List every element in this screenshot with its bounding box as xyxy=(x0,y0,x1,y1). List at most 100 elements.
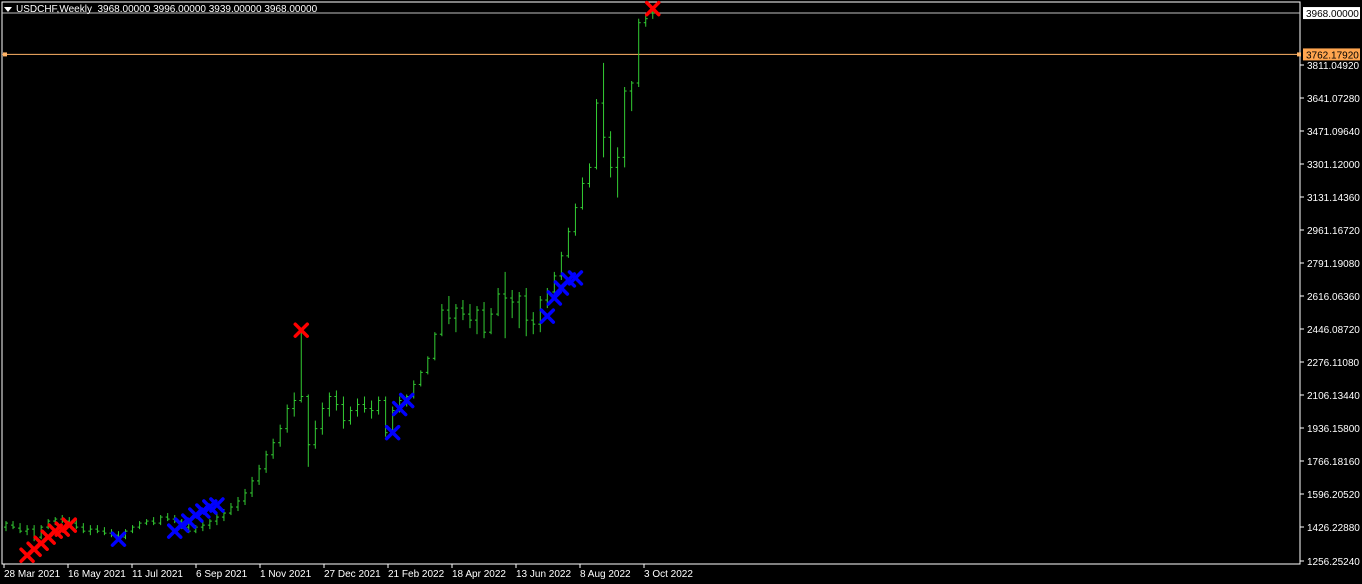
level-handle-right[interactable] xyxy=(1297,52,1301,57)
x-tick-label: 28 Mar 2021 xyxy=(4,569,61,580)
ohlc-bar xyxy=(355,398,360,417)
ohlc-bar xyxy=(158,515,163,526)
ohlc-bar xyxy=(453,304,458,333)
ohlc-readout: 3968.00000 3996.00000 3939.00000 3968.00… xyxy=(97,4,318,15)
ohlc-bar xyxy=(250,476,255,497)
x-tick-label: 27 Dec 2021 xyxy=(324,569,381,580)
ohlc-bar xyxy=(418,370,423,387)
ohlc-bar xyxy=(243,488,248,506)
y-tick-label: 1766.18160 xyxy=(1307,457,1360,468)
y-tick-label: 3811.04920 xyxy=(1307,61,1360,72)
ohlc-bar xyxy=(432,332,437,361)
ohlc-bar xyxy=(566,227,571,258)
x-tick-label: 21 Feb 2022 xyxy=(388,569,445,580)
y-tick-label: 1596.20520 xyxy=(1307,490,1360,501)
ohlc-bar xyxy=(531,312,536,335)
x-tick-label: 16 May 2021 xyxy=(68,569,126,580)
x-tick-label: 8 Aug 2022 xyxy=(580,569,631,580)
ohlc-bar xyxy=(137,521,142,530)
ohlc-bar xyxy=(629,80,634,112)
ohlc-bar xyxy=(636,18,641,88)
level-handle-left[interactable] xyxy=(3,52,7,57)
ohlc-bar xyxy=(615,147,620,198)
ohlc-bar xyxy=(348,406,353,425)
ohlc-bar xyxy=(151,517,156,526)
ohlc-bar xyxy=(264,450,269,473)
y-tick-label: 3131.14360 xyxy=(1307,193,1360,204)
ohlc-bar xyxy=(102,527,107,536)
ohlc-bar xyxy=(376,396,381,415)
ohlc-bar xyxy=(496,287,501,317)
y-tick-label: 1256.25240 xyxy=(1307,557,1360,568)
ohlc-bar xyxy=(11,521,16,530)
ohlc-bar xyxy=(425,356,430,375)
ohlc-bar xyxy=(341,396,346,429)
y-tick-label: 3471.09640 xyxy=(1307,127,1360,138)
buy-signal-marker xyxy=(539,308,556,324)
y-tick-label: 3641.07280 xyxy=(1307,94,1360,105)
ohlc-bar xyxy=(510,289,515,319)
ohlc-bar xyxy=(383,396,388,437)
ohlc-bar xyxy=(460,300,465,321)
ohlc-bar xyxy=(439,304,444,337)
ohlc-bar xyxy=(475,306,480,335)
ohlc-bar xyxy=(327,392,332,417)
ohlc-bar xyxy=(446,296,451,325)
x-tick-label: 1 Nov 2021 xyxy=(260,569,312,580)
ohlc-bar xyxy=(587,163,592,188)
ohlc-bar xyxy=(4,521,8,532)
y-tick-label: 3301.12000 xyxy=(1307,160,1360,171)
ohlc-bar xyxy=(320,402,325,435)
ohlc-bar xyxy=(334,390,339,411)
ohlc-bar xyxy=(538,296,543,333)
ohlc-bar xyxy=(257,464,262,485)
ohlc-bar xyxy=(81,523,86,534)
ohlc-bar xyxy=(608,131,613,178)
ohlc-bar xyxy=(643,14,648,27)
ohlc-bar xyxy=(306,394,311,467)
y-tick-label: 2446.08720 xyxy=(1307,325,1360,336)
ohlc-bar xyxy=(573,203,578,236)
ohlc-bar xyxy=(467,304,472,329)
y-tick-label: 2616.06360 xyxy=(1307,292,1360,303)
y-tick-label: 2106.13440 xyxy=(1307,391,1360,402)
y-tick-label: 2791.19080 xyxy=(1307,259,1360,270)
ohlc-bar xyxy=(313,420,318,449)
ohlc-bar xyxy=(235,496,240,512)
ohlc-bar xyxy=(130,525,135,534)
ohlc-bar xyxy=(362,396,367,413)
y-tick-label: 2961.16720 xyxy=(1307,226,1360,237)
ohlc-bar xyxy=(601,62,606,158)
chart-header: USDCHF,Weekly 3968.00000 3996.00000 3939… xyxy=(4,4,317,15)
ohlc-bar xyxy=(214,513,219,526)
ohlc-bar xyxy=(207,519,212,530)
ohlc-bar xyxy=(580,177,585,210)
ohlc-bar xyxy=(369,400,374,419)
x-tick-label: 6 Sep 2021 xyxy=(196,569,248,580)
ohlc-bar xyxy=(524,287,529,337)
ohlc-bar xyxy=(95,525,100,534)
x-tick-label: 13 Jun 2022 xyxy=(516,569,571,580)
ohlc-bar xyxy=(292,392,297,417)
ohlc-bar xyxy=(278,424,283,447)
level-price-label: 3762.17920 xyxy=(1306,50,1359,61)
current-price-label: 3968.00000 xyxy=(1306,9,1359,20)
ohlc-bar xyxy=(18,523,23,534)
ohlc-bar xyxy=(25,525,30,536)
x-tick-label: 3 Oct 2022 xyxy=(644,569,693,580)
y-tick-label: 2276.11080 xyxy=(1307,358,1360,369)
price-chart[interactable]: 3811.04920 3641.07280 3471.09640 3301.12000… xyxy=(0,0,1362,584)
y-tick-label: 1426.22880 xyxy=(1307,523,1360,534)
ohlc-bar xyxy=(271,438,276,459)
ohlc-bar xyxy=(503,271,508,339)
ohlc-bar xyxy=(594,99,599,170)
ohlc-bar xyxy=(299,332,304,403)
x-tick-label: 11 Jul 2021 xyxy=(132,569,183,580)
collapse-triangle-icon[interactable] xyxy=(4,6,12,12)
plot-frame xyxy=(1,1,1301,565)
y-tick-label: 1936.15800 xyxy=(1307,424,1360,435)
ohlc-bar xyxy=(88,525,93,536)
ohlc-bar xyxy=(228,503,233,516)
ohlc-bar xyxy=(622,87,627,168)
ohlc-bar xyxy=(482,302,487,339)
